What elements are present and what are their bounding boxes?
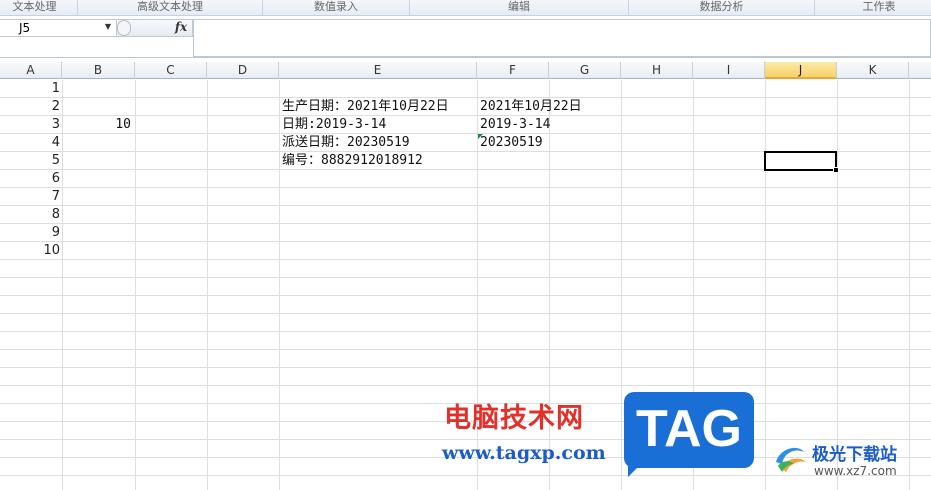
cell-e2[interactable]: 生产日期：2021年10月22日 [282,98,449,116]
watermark-site-name: 电脑技术网 [444,403,584,434]
column-header-j[interactable]: J [765,62,837,79]
ribbon-group-strip: 文本处理 高级文本处理 数值录入 编辑 数据分析 工作表 [0,0,931,16]
formula-bar: J5 ▼ fx [0,16,931,58]
number-as-text-indicator-icon[interactable] [478,134,483,139]
row-number-10[interactable]: 10 [0,242,62,260]
column-header-c[interactable]: C [135,62,207,79]
row-number-2[interactable]: 2 [0,98,62,116]
column-header-h[interactable]: H [621,62,693,79]
row-number-5[interactable]: 5 [0,152,62,170]
column-headers: A B C D E F G H I J K [0,62,931,79]
row-number-4[interactable]: 4 [0,134,62,152]
watermark-tag-logo: TAG [624,392,754,468]
watermark-xz-brand: 极光下载站 www.xz7.com [770,440,930,485]
watermark-site-url: www.tagxp.com [442,442,606,464]
column-header-f[interactable]: F [477,62,549,79]
chevron-down-icon[interactable]: ▼ [101,19,115,35]
row-number-9[interactable]: 9 [0,224,62,242]
cell-f4[interactable]: 20230519 [480,134,543,152]
name-box[interactable]: J5 [0,19,117,37]
cell-e3[interactable]: 日期:2019-3-14 [282,116,386,134]
aurora-logo-icon [776,447,806,472]
column-header-i[interactable]: I [693,62,765,79]
column-header-e[interactable]: E [279,62,477,79]
column-header-k[interactable]: K [837,62,909,79]
watermark-xz-name: 极光下载站 [812,445,897,465]
ribbon-group-edit[interactable]: 编辑 [410,0,629,16]
column-header-a[interactable]: A [0,62,62,79]
watermark-xz-url: www.xz7.com [814,464,897,478]
row-number-1[interactable]: 1 [0,80,62,98]
fill-handle[interactable] [833,167,839,173]
ribbon-group-worksheet[interactable]: 工作表 [815,0,931,16]
ribbon-group-text-processing[interactable]: 文本处理 [0,0,78,16]
row-number-8[interactable]: 8 [0,206,62,224]
formula-input[interactable] [193,19,931,57]
column-header-b[interactable]: B [62,62,135,79]
row-number-3[interactable]: 3 [0,116,62,134]
ribbon-group-number-entry[interactable]: 数值录入 [263,0,410,16]
row-number-7[interactable]: 7 [0,188,62,206]
row-number-6[interactable]: 6 [0,170,62,188]
active-cell-j5[interactable] [764,151,837,171]
cell-f2[interactable]: 2021年10月22日 [480,98,582,116]
cell-e5[interactable]: 编号：8882912018912 [282,152,423,170]
cell-f3[interactable]: 2019-3-14 [480,116,550,134]
cell-e4[interactable]: 派送日期：20230519 [282,134,410,152]
column-header-d[interactable]: D [207,62,279,79]
insert-function-icon[interactable]: fx [172,20,190,36]
name-box-resize-handle[interactable] [117,20,131,36]
column-header-g[interactable]: G [549,62,621,79]
ribbon-group-advanced-text[interactable]: 高级文本处理 [78,0,263,16]
cell-b3[interactable]: 10 [62,116,135,134]
watermark-tag-text: TAG [636,400,742,458]
ribbon-group-data-analysis[interactable]: 数据分析 [629,0,815,16]
watermark-tag-tip [628,463,642,477]
